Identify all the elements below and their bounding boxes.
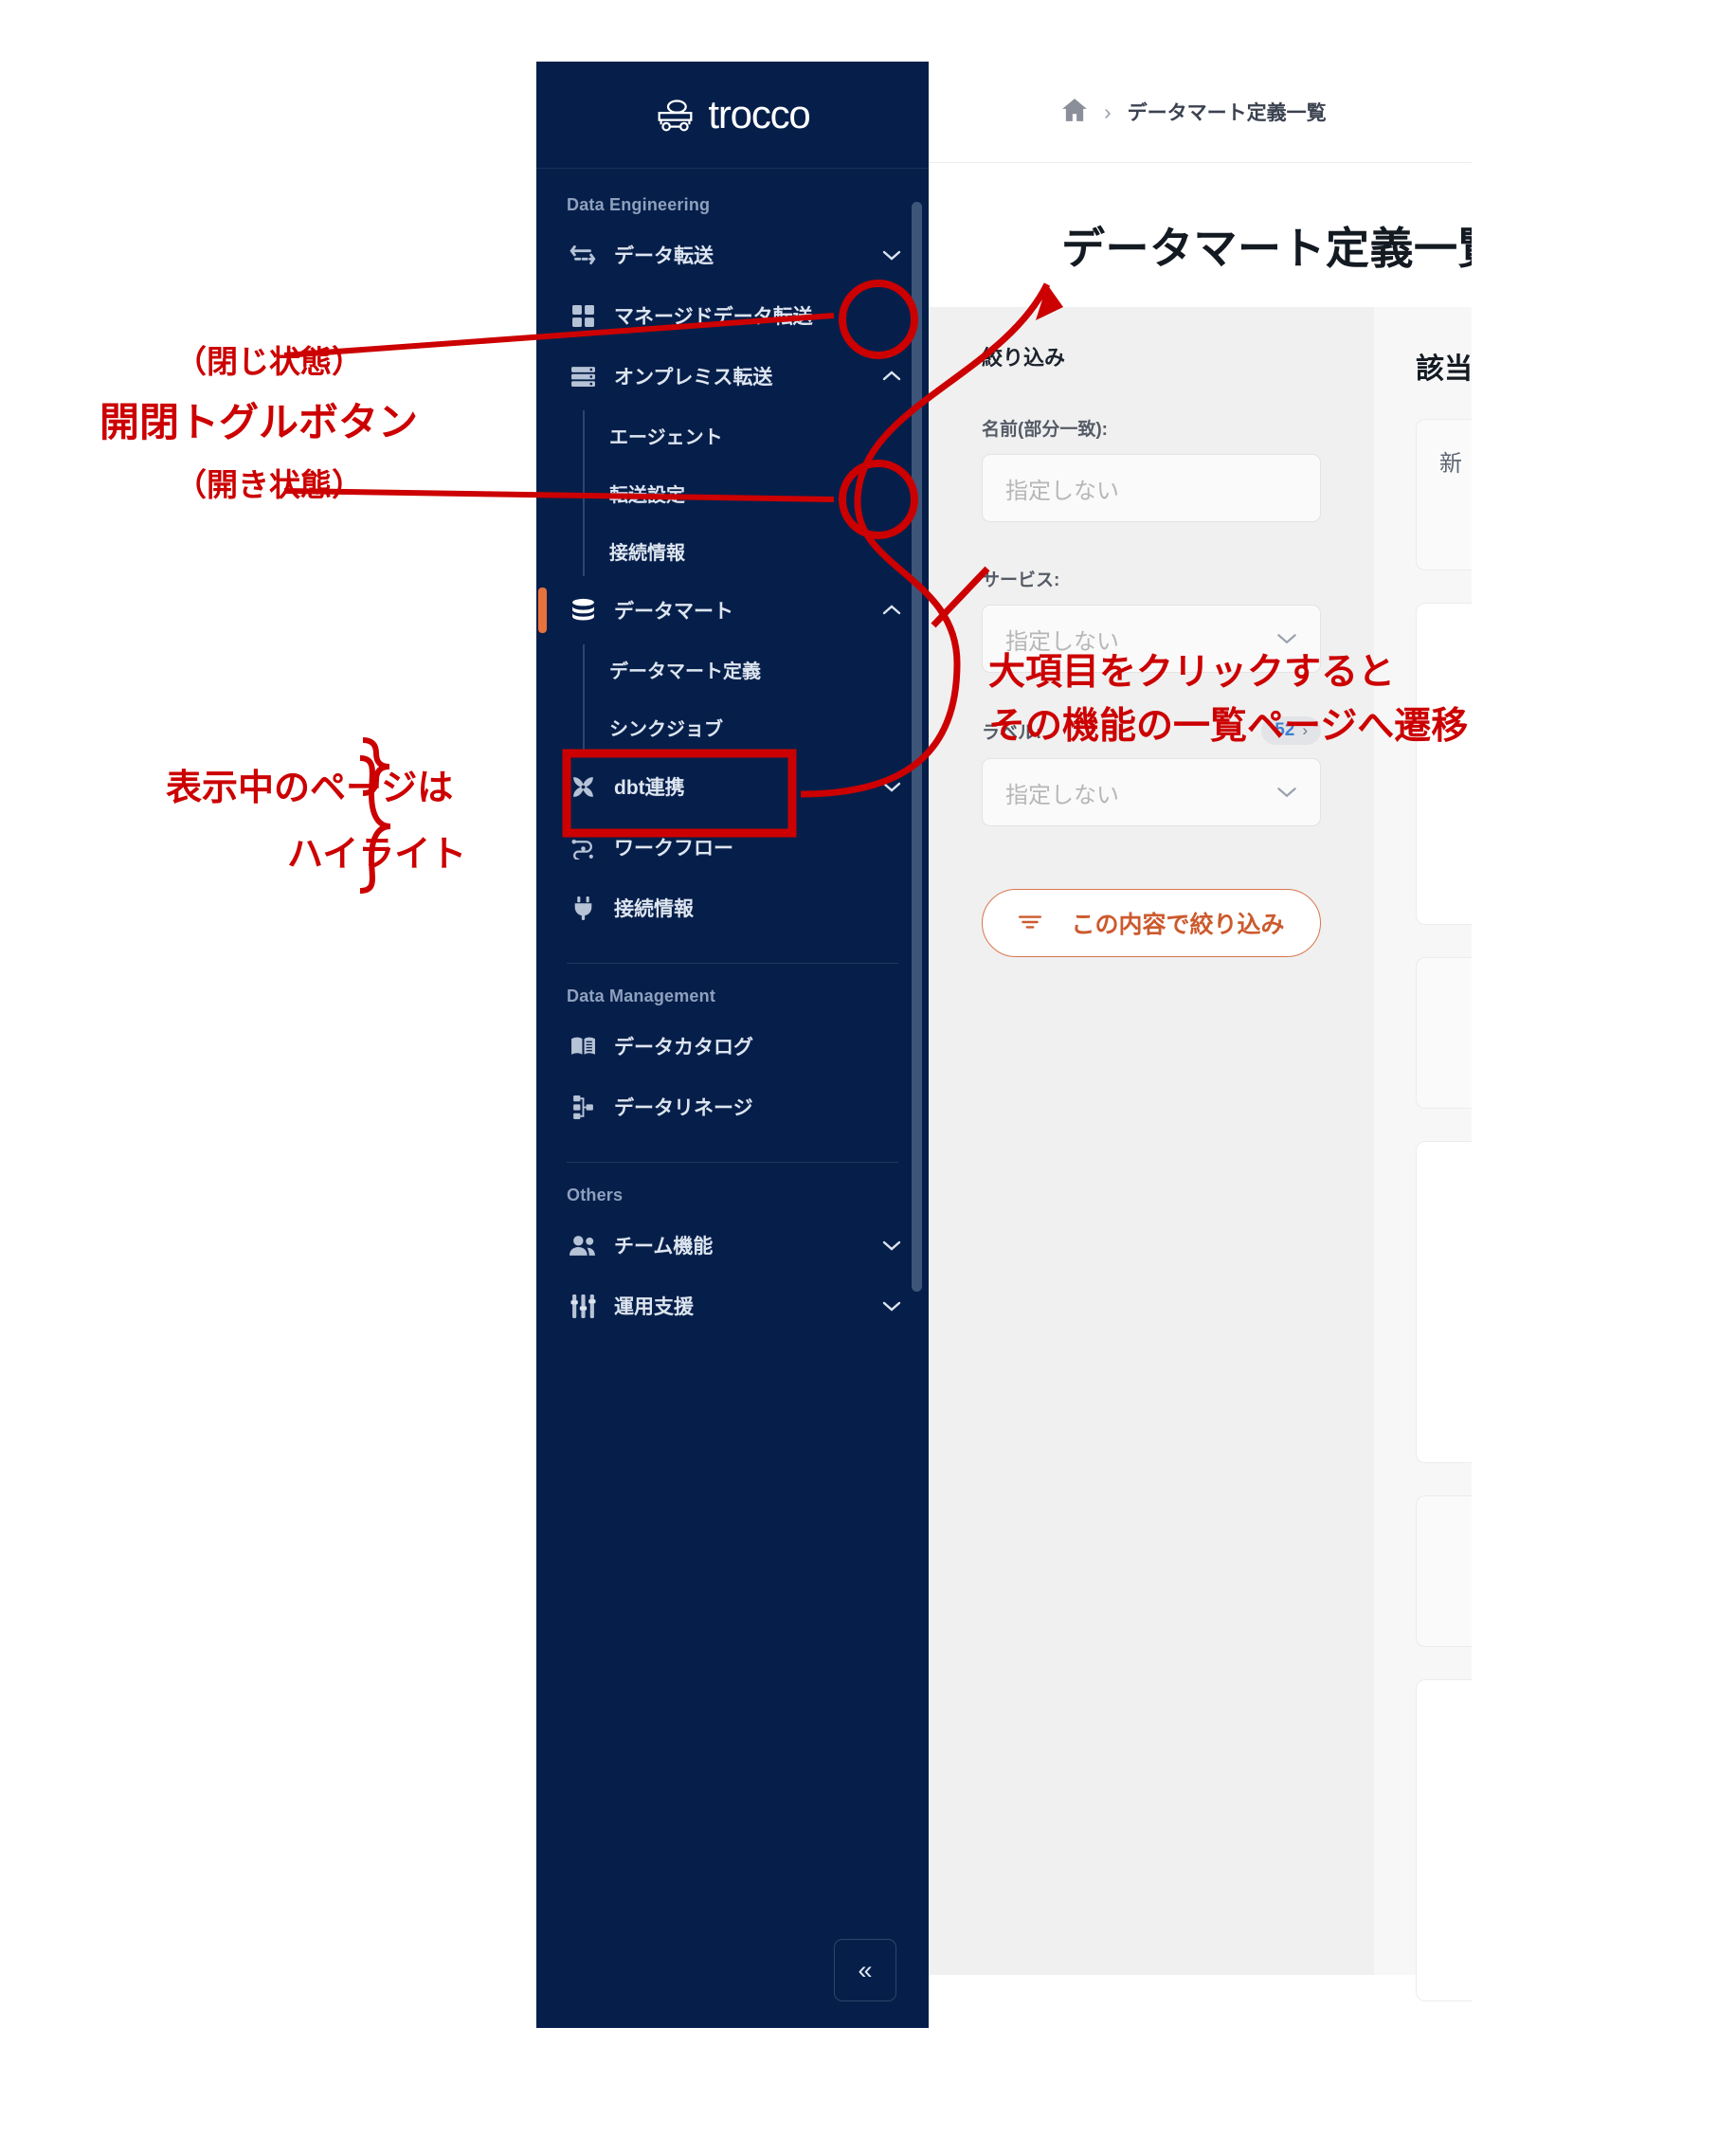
filter-select-label[interactable]: 指定しない (982, 758, 1321, 826)
managed-transfer-grid-icon (567, 301, 599, 330)
annotation-active-highlight-line2: ハイライト (287, 835, 467, 875)
annotation-click-parent-line1: 大項目をクリックすると (988, 652, 1396, 693)
chevron-down-icon (1276, 781, 1297, 804)
left-crop-mask (0, 0, 536, 2136)
app-logo-text: trocco (708, 92, 810, 136)
sidebar-collapse-bar: « (536, 1912, 929, 2028)
chevron-up-icon[interactable] (879, 364, 904, 389)
filter-input-name[interactable]: 指定しない (982, 454, 1321, 522)
datamart-database-icon (567, 596, 599, 625)
screenshot-root: trocco Data Engineering データ転送 マネージドデータ転送… (0, 0, 1736, 2136)
filter-label-name: 名前(部分一致): (982, 420, 1108, 440)
right-crop-mask (1472, 0, 1736, 2136)
double-chevron-left-icon[interactable]: « (834, 1939, 896, 2001)
sidebar-submenu-onpremise: エージェント 転送設定 接続情報 (536, 407, 929, 580)
sidebar-item-managed-data-transfer[interactable]: マネージドデータ転送 (536, 285, 929, 346)
sidebar-item-workflow[interactable]: ワークフロー (536, 817, 929, 878)
plug-connection-icon (567, 894, 599, 922)
chevron-down-icon[interactable] (879, 1294, 904, 1318)
sidebar-item-data-catalog[interactable]: データカタログ (536, 1016, 929, 1077)
sidebar-subitem-sync-job[interactable]: シンクジョブ (583, 698, 929, 756)
apply-filter-button[interactable]: この内容で絞り込み (982, 889, 1321, 957)
sidebar-item-connection-info[interactable]: 接続情報 (536, 878, 929, 938)
sidebar-item-operation-support[interactable]: 運用支援 (536, 1276, 929, 1336)
filter-label-service: サービス: (982, 570, 1060, 590)
sidebar-item-label: データマート (614, 601, 733, 623)
top-crop-mask (536, 0, 1484, 62)
sidebar-subitem-transfer-settings[interactable]: 転送設定 (583, 464, 929, 522)
sidebar-subitem-datamart-definition[interactable]: データマート定義 (583, 641, 929, 698)
filter-group-name: 名前(部分一致): 指定しない (982, 415, 1321, 522)
filter-label-row: サービス: (982, 566, 1321, 591)
sidebar-divider (567, 963, 898, 964)
trocco-cart-logo-icon (655, 98, 696, 132)
filter-panel: 絞り込み 名前(部分一致): 指定しない サービス: 指定しない ラベル: 52… (929, 307, 1374, 1975)
app-logo[interactable]: trocco (536, 62, 929, 169)
apply-filter-label: この内容で絞り込み (1071, 912, 1285, 938)
sidebar-item-onpremise-transfer[interactable]: オンプレミス転送 (536, 346, 929, 407)
sidebar-item-data-transfer[interactable]: データ転送 (536, 225, 929, 285)
breadcrumb-separator: › (1104, 99, 1112, 124)
sidebar-navigation: trocco Data Engineering データ転送 マネージドデータ転送… (536, 62, 929, 2028)
filter-panel-heading: 絞り込み (982, 346, 1066, 370)
sidebar-scrollbar[interactable] (912, 202, 922, 1292)
sidebar-item-data-lineage[interactable]: データリネージ (536, 1077, 929, 1137)
lineage-tree-icon (567, 1093, 599, 1121)
sidebar-item-label: データリネージ (614, 1097, 753, 1119)
workflow-icon (567, 833, 599, 861)
sidebar-item-label: ワークフロー (614, 838, 733, 860)
annotation-active-highlight-line1: 表示中のページは (166, 769, 454, 808)
sidebar-item-datamart[interactable]: データマート (536, 580, 929, 641)
filter-icon (1018, 910, 1042, 937)
dbt-icon (567, 772, 599, 801)
annotation-closed-state: （閉じ状態） (175, 344, 363, 379)
sidebar-subitem-connection-info[interactable]: 接続情報 (583, 522, 929, 580)
sliders-ops-icon (567, 1292, 599, 1320)
chevron-down-icon[interactable] (879, 774, 904, 799)
home-icon[interactable] (1061, 98, 1088, 127)
sidebar-item-label: マネージドデータ転送 (614, 306, 813, 328)
sidebar-item-dbt[interactable]: dbt連携 (536, 756, 929, 817)
sidebar-section-title-data-engineering: Data Engineering (567, 195, 711, 214)
data-transfer-icon (567, 241, 599, 269)
annotation-click-parent-line2: その機能の一覧ページへ遷移 (988, 706, 1469, 747)
sidebar-item-team[interactable]: チーム機能 (536, 1215, 929, 1276)
onpremise-server-icon (567, 362, 599, 390)
chevron-up-icon[interactable] (879, 598, 904, 623)
filter-label-row: 名前(部分一致): (982, 415, 1321, 441)
sidebar-divider (567, 1162, 898, 1163)
chevron-down-icon[interactable] (879, 1233, 904, 1258)
sidebar-item-label: 接続情報 (614, 898, 694, 920)
sidebar-item-label: チーム機能 (614, 1236, 714, 1258)
annotation-open-state: （開き状態） (175, 467, 363, 502)
sidebar-section-title-others: Others (567, 1186, 624, 1204)
sidebar-section-title-data-management: Data Management (567, 987, 716, 1005)
sidebar-item-label: dbt連携 (614, 777, 685, 799)
sidebar-chevron-placeholder (879, 1034, 904, 1059)
breadcrumb-current: データマート定義一覧 (1127, 102, 1327, 124)
sidebar-chevron-placeholder (879, 1095, 904, 1119)
book-catalog-icon (567, 1032, 599, 1060)
sidebar-item-label: 運用支援 (614, 1296, 694, 1318)
annotation-toggle-button-title: 開閉トグルボタン (99, 400, 419, 444)
sidebar-chevron-placeholder (879, 303, 904, 328)
team-people-icon (567, 1231, 599, 1259)
filter-select-label-value: 指定しない (1005, 782, 1119, 808)
sidebar-subitem-agent[interactable]: エージェント (583, 407, 929, 464)
sidebar-item-label: データカタログ (614, 1037, 753, 1059)
sidebar-chevron-placeholder (879, 835, 904, 860)
sidebar-item-label: データ転送 (614, 245, 714, 267)
sidebar-submenu-datamart: データマート定義 シンクジョブ (536, 641, 929, 756)
sidebar-item-label: オンプレミス転送 (614, 367, 773, 389)
sidebar-scroll-area: Data Engineering データ転送 マネージドデータ転送 オンプレミス… (536, 169, 929, 1336)
chevron-down-icon[interactable] (879, 243, 904, 267)
sidebar-chevron-placeholder (879, 896, 904, 920)
